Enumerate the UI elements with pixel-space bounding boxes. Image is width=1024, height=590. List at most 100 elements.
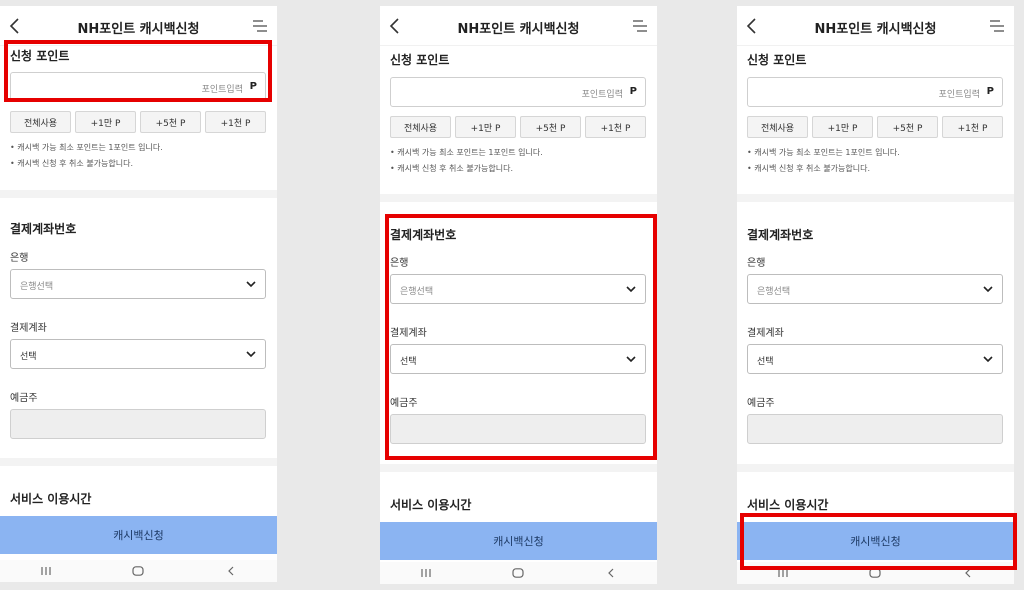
account-label: 결제계좌 <box>747 328 784 339</box>
point-input-placeholder: 포인트입력 <box>938 90 980 100</box>
home-icon[interactable] <box>867 567 883 579</box>
point-unit: P <box>986 86 994 97</box>
add-10000-button[interactable]: +1만 P <box>75 111 136 133</box>
point-unit: P <box>629 86 637 97</box>
phone-screen-3: NH포인트 캐시백신청 신청 포인트 포인트입력 P 전체사용 +1만 P +5… <box>737 6 1014 584</box>
section-title-points: 신청 포인트 <box>10 49 70 63</box>
add-10000-button[interactable]: +1만 P <box>812 116 873 138</box>
point-input[interactable]: 포인트입력 P <box>10 72 266 102</box>
point-input-placeholder: 포인트입력 <box>201 85 243 95</box>
add-5000-button[interactable]: +5천 P <box>877 116 938 138</box>
chevron-down-icon <box>246 281 256 288</box>
back-nav-icon[interactable] <box>223 565 239 577</box>
holder-field <box>10 409 266 439</box>
add-1000-button[interactable]: +1천 P <box>942 116 1003 138</box>
menu-icon[interactable] <box>253 20 267 32</box>
recent-apps-icon[interactable] <box>38 565 54 577</box>
note-min-point: • 캐시백 가능 최소 포인트는 1포인트 입니다. <box>747 148 900 157</box>
back-nav-icon[interactable] <box>960 567 976 579</box>
chevron-down-icon <box>626 286 636 293</box>
page-title: NH포인트 캐시백신청 <box>457 22 580 37</box>
section-divider <box>0 458 277 466</box>
app-header: NH포인트 캐시백신청 <box>737 6 1014 46</box>
add-10000-button[interactable]: +1만 P <box>455 116 516 138</box>
note-no-cancel: • 캐시백 신청 후 취소 불가능합니다. <box>390 164 514 173</box>
add-5000-button[interactable]: +5천 P <box>520 116 581 138</box>
menu-icon[interactable] <box>633 20 647 32</box>
bank-select-value: 은행선택 <box>757 287 791 297</box>
quick-amount-buttons: 전체사용 +1만 P +5천 P +1천 P <box>10 111 266 133</box>
cashback-apply-button[interactable]: 캐시백신청 <box>737 522 1014 560</box>
chevron-down-icon <box>983 286 993 293</box>
account-select[interactable]: 선택 <box>10 339 266 369</box>
note-no-cancel: • 캐시백 신청 후 취소 불가능합니다. <box>10 159 134 168</box>
recent-apps-icon[interactable] <box>775 567 791 579</box>
account-select-value: 선택 <box>20 352 37 362</box>
system-nav-bar <box>737 562 1014 584</box>
account-select[interactable]: 선택 <box>390 344 646 374</box>
section-divider <box>737 194 1014 202</box>
section-title-points: 신청 포인트 <box>390 53 450 67</box>
quick-amount-buttons: 전체사용 +1만 P +5천 P +1천 P <box>747 116 1003 138</box>
account-label: 결제계좌 <box>10 323 47 334</box>
page-title: NH포인트 캐시백신청 <box>77 22 200 37</box>
bank-select[interactable]: 은행선택 <box>747 274 1003 304</box>
use-all-button[interactable]: 전체사용 <box>10 111 71 133</box>
holder-field <box>390 414 646 444</box>
bank-select[interactable]: 은행선택 <box>10 269 266 299</box>
phone-screen-2: NH포인트 캐시백신청 신청 포인트 포인트입력 P 전체사용 +1만 P +5… <box>380 6 657 584</box>
cashback-apply-button[interactable]: 캐시백신청 <box>0 516 277 554</box>
section-divider <box>380 194 657 202</box>
add-1000-button[interactable]: +1천 P <box>205 111 266 133</box>
quick-amount-buttons: 전체사용 +1만 P +5천 P +1천 P <box>390 116 646 138</box>
note-min-point: • 캐시백 가능 최소 포인트는 1포인트 입니다. <box>10 143 163 152</box>
section-title-points: 신청 포인트 <box>747 53 807 67</box>
bank-select-value: 은행선택 <box>400 287 434 297</box>
point-unit: P <box>249 81 257 92</box>
section-title-service: 서비스 이용시간 <box>10 492 92 506</box>
chevron-down-icon <box>983 356 993 363</box>
bank-select[interactable]: 은행선택 <box>390 274 646 304</box>
menu-icon[interactable] <box>990 20 1004 32</box>
use-all-button[interactable]: 전체사용 <box>390 116 451 138</box>
account-select-value: 선택 <box>400 357 417 367</box>
point-input[interactable]: 포인트입력 P <box>390 77 646 107</box>
account-select-value: 선택 <box>757 357 774 367</box>
chevron-down-icon <box>626 356 636 363</box>
section-title-service: 서비스 이용시간 <box>747 498 829 512</box>
point-input-placeholder: 포인트입력 <box>581 90 623 100</box>
add-1000-button[interactable]: +1천 P <box>585 116 646 138</box>
phone-screen-1: NH포인트 캐시백신청 신청 포인트 포인트입력 P 전체사용 +1만 P +5… <box>0 6 277 582</box>
section-title-service: 서비스 이용시간 <box>390 498 472 512</box>
chevron-down-icon <box>246 351 256 358</box>
note-min-point: • 캐시백 가능 최소 포인트는 1포인트 입니다. <box>390 148 543 157</box>
use-all-button[interactable]: 전체사용 <box>747 116 808 138</box>
app-header: NH포인트 캐시백신청 <box>0 6 277 46</box>
section-divider <box>380 464 657 472</box>
note-no-cancel: • 캐시백 신청 후 취소 불가능합니다. <box>747 164 871 173</box>
section-title-account: 결제계좌번호 <box>390 228 457 242</box>
point-input[interactable]: 포인트입력 P <box>747 77 1003 107</box>
bank-label: 은행 <box>10 253 29 264</box>
section-divider <box>0 190 277 198</box>
section-divider <box>737 464 1014 472</box>
account-label: 결제계좌 <box>390 328 427 339</box>
home-icon[interactable] <box>130 565 146 577</box>
add-5000-button[interactable]: +5천 P <box>140 111 201 133</box>
app-header: NH포인트 캐시백신청 <box>380 6 657 46</box>
system-nav-bar <box>0 560 277 582</box>
section-title-account: 결제계좌번호 <box>747 228 814 242</box>
holder-label: 예금주 <box>747 398 775 409</box>
account-select[interactable]: 선택 <box>747 344 1003 374</box>
section-title-account: 결제계좌번호 <box>10 222 77 236</box>
recent-apps-icon[interactable] <box>418 567 434 579</box>
page-title: NH포인트 캐시백신청 <box>814 22 937 37</box>
home-icon[interactable] <box>510 567 526 579</box>
holder-field <box>747 414 1003 444</box>
bank-select-value: 은행선택 <box>20 282 54 292</box>
bank-label: 은행 <box>747 258 766 269</box>
cashback-apply-button[interactable]: 캐시백신청 <box>380 522 657 560</box>
holder-label: 예금주 <box>10 393 38 404</box>
holder-label: 예금주 <box>390 398 418 409</box>
back-nav-icon[interactable] <box>603 567 619 579</box>
